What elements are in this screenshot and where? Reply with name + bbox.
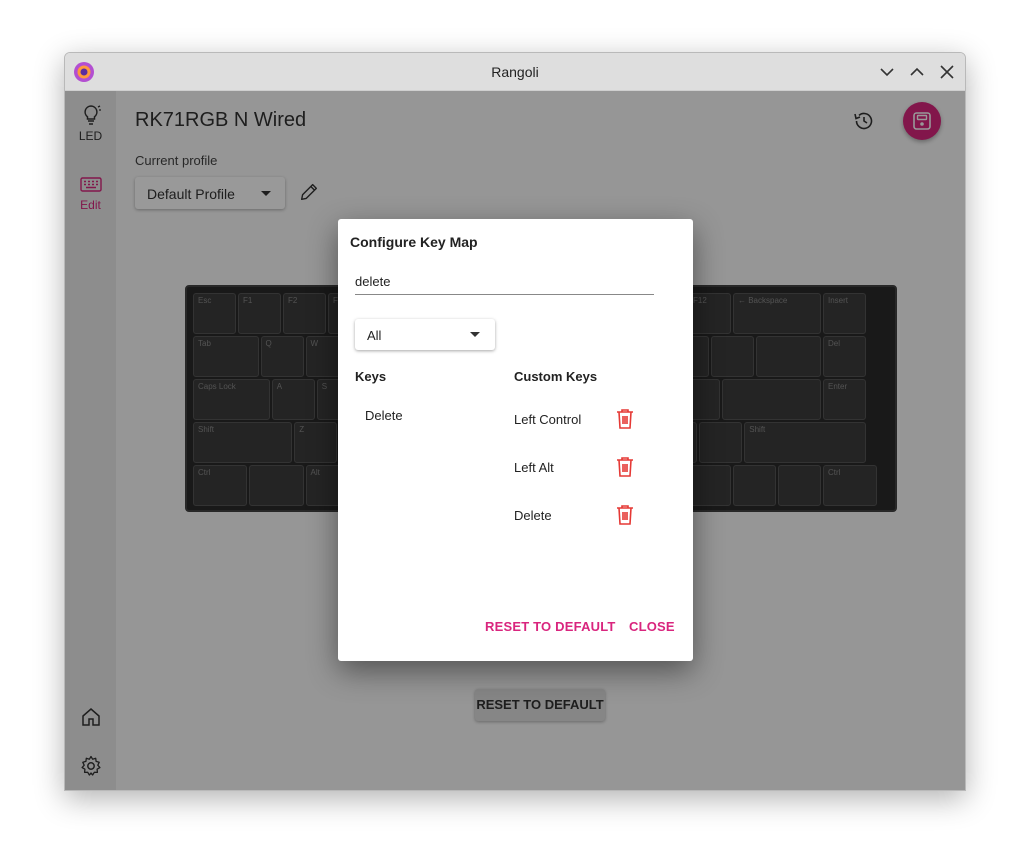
custom-key-row: Left Control: [514, 405, 654, 433]
dialog-close-button[interactable]: CLOSE: [629, 619, 675, 634]
custom-keys-column-header: Custom Keys: [514, 369, 598, 384]
key-filter-value: All: [367, 328, 382, 343]
dialog-reset-button[interactable]: RESET TO DEFAULT: [485, 619, 616, 634]
window-title: Rangoli: [491, 64, 539, 80]
trash-icon[interactable]: [614, 455, 636, 479]
minimize-button[interactable]: [877, 62, 897, 82]
dialog-title: Configure Key Map: [350, 234, 478, 250]
trash-icon[interactable]: [614, 503, 636, 527]
close-icon: [940, 65, 954, 79]
key-search-input[interactable]: [355, 269, 654, 295]
custom-key-row: Left Alt: [514, 453, 654, 481]
close-window-button[interactable]: [937, 62, 957, 82]
custom-key-row: Delete: [514, 501, 654, 529]
keys-column-header: Keys: [355, 369, 387, 384]
key-list-item[interactable]: Delete: [355, 405, 475, 427]
chevron-up-icon: [910, 67, 924, 76]
caret-down-icon: [470, 332, 480, 337]
custom-key-label: Delete: [514, 508, 552, 523]
title-bar: Rangoli: [65, 53, 965, 91]
custom-key-label: Left Alt: [514, 460, 554, 475]
trash-icon[interactable]: [614, 407, 636, 431]
custom-key-label: Left Control: [514, 412, 582, 427]
chevron-down-icon: [880, 68, 894, 77]
maximize-button[interactable]: [907, 62, 927, 82]
configure-keymap-dialog: Configure Key Map All Keys Custom Keys D…: [338, 219, 693, 661]
key-filter-select[interactable]: All: [355, 319, 495, 350]
